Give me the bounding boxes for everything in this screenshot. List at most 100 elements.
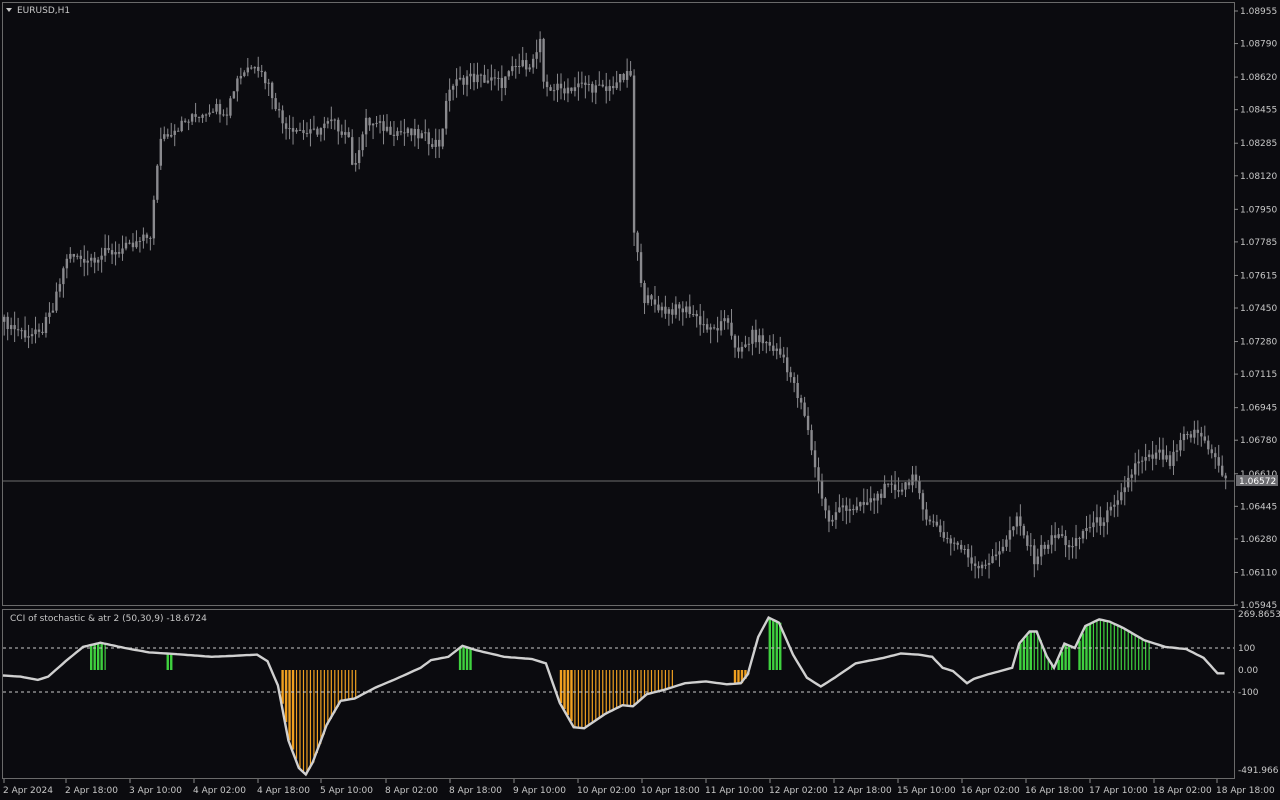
candle (768, 335, 771, 352)
indicator-histogram (89, 617, 1150, 775)
candle (980, 561, 984, 577)
candle (340, 124, 343, 138)
candle (142, 227, 145, 249)
candle (754, 319, 758, 348)
candle (897, 477, 900, 498)
candle (375, 115, 378, 128)
candle (511, 56, 514, 76)
candle (291, 116, 295, 145)
candle (323, 116, 326, 141)
candle (281, 105, 284, 134)
candle (657, 295, 660, 313)
time-tick-label: 8 Apr 18:00 (449, 786, 502, 796)
candle (86, 250, 89, 276)
candle (319, 127, 323, 142)
candle (671, 302, 674, 324)
candle (643, 280, 646, 315)
symbol-title[interactable]: EURUSD,H1 (6, 6, 70, 16)
candle (128, 239, 131, 245)
candle (344, 119, 347, 144)
candle (535, 39, 538, 69)
candle (264, 70, 267, 90)
candle (1144, 443, 1147, 471)
candle (879, 489, 883, 505)
candle (977, 561, 980, 579)
candle (187, 119, 190, 131)
candle (368, 117, 371, 131)
candle (204, 113, 208, 122)
candle (465, 70, 469, 97)
candle (1088, 514, 1092, 533)
candle (1106, 502, 1109, 535)
candle (1057, 527, 1060, 540)
candle (747, 337, 751, 352)
candle (1095, 504, 1099, 533)
candle (1081, 529, 1085, 544)
candle (1137, 449, 1140, 476)
candle (378, 114, 382, 134)
candle (180, 116, 183, 133)
candle (737, 335, 740, 359)
candle (841, 497, 845, 522)
candle (545, 74, 549, 97)
candle (712, 324, 716, 330)
candle (1196, 420, 1200, 446)
candle (538, 31, 542, 63)
candle (250, 65, 253, 70)
candle (939, 519, 942, 537)
candle (1210, 444, 1213, 459)
candle (48, 302, 51, 324)
candle (201, 113, 204, 123)
dropdown-triangle-icon[interactable] (6, 8, 12, 12)
candle (159, 127, 162, 170)
candle (1151, 441, 1154, 471)
time-tick-label: 16 Apr 02:00 (961, 786, 1020, 796)
candle (41, 322, 44, 335)
indicator-tick-label: 100 (1238, 644, 1255, 654)
candle (149, 236, 152, 251)
candle (904, 482, 907, 498)
candle (257, 56, 260, 78)
candle (479, 73, 483, 88)
candle (966, 544, 970, 567)
candle (525, 52, 528, 77)
candle (410, 128, 413, 142)
candle (1161, 437, 1165, 468)
candle (587, 75, 591, 92)
candle (507, 70, 510, 80)
candle (733, 334, 737, 358)
candle (448, 78, 451, 112)
candle (253, 66, 256, 74)
candle (775, 343, 778, 360)
candle (166, 128, 169, 139)
time-tick-label: 11 Apr 10:00 (705, 786, 764, 796)
candle (486, 69, 490, 84)
candle (1047, 540, 1050, 554)
time-tick-label: 17 Apr 10:00 (1089, 786, 1148, 796)
candle (483, 64, 486, 83)
candle (653, 285, 657, 313)
candle (337, 117, 340, 145)
time-tick-label: 15 Apr 10:00 (897, 786, 956, 796)
candle (462, 75, 465, 95)
candle (1140, 456, 1144, 474)
candle (612, 76, 615, 95)
candle (417, 124, 420, 150)
candle (970, 545, 973, 571)
candle (1182, 426, 1186, 451)
candle (803, 396, 806, 418)
candle (215, 98, 218, 115)
candle (76, 253, 79, 260)
candle (1168, 451, 1172, 470)
candlesticks (3, 31, 1227, 579)
candle (1067, 540, 1071, 560)
candle (1193, 420, 1196, 444)
candle (549, 84, 552, 92)
candle (260, 64, 263, 77)
price-tick-label: 1.08790 (1240, 40, 1277, 50)
candle (946, 531, 949, 544)
candle (1015, 512, 1019, 535)
candle (1134, 452, 1137, 483)
candle (62, 266, 65, 298)
candle (848, 498, 852, 523)
